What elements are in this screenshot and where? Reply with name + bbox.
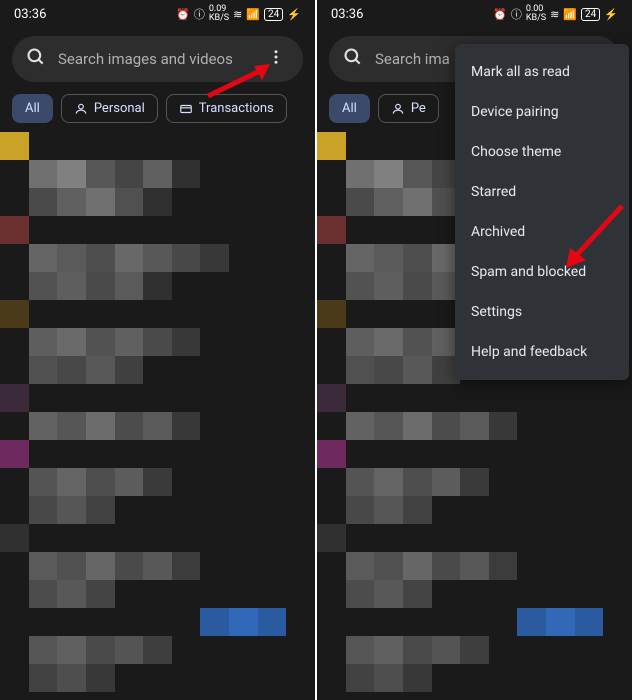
chip-label: Transactions bbox=[199, 101, 274, 116]
chip-personal[interactable]: Pe bbox=[378, 94, 439, 123]
menu-mark-all-read[interactable]: Mark all as read bbox=[455, 52, 629, 92]
signal-icon: 📶 bbox=[246, 8, 260, 21]
left-screenshot: 03:36 ⏰ ⓘ 0.09KB/S ≋ 📶 24 ⚡ Search image… bbox=[0, 0, 315, 700]
battery-indicator: 24 bbox=[264, 8, 283, 21]
status-bar: 03:36 ⏰ ⓘ 0.09KB/S ≋ 📶 24 ⚡ bbox=[0, 0, 315, 28]
annotation-arrow-to-more-icon bbox=[204, 60, 280, 100]
alarm-icon: ⏰ bbox=[176, 8, 190, 21]
chip-label: Pe bbox=[411, 101, 426, 116]
search-icon bbox=[26, 47, 46, 71]
chip-label: Personal bbox=[94, 101, 145, 116]
status-time: 03:36 bbox=[14, 7, 46, 22]
chip-all[interactable]: All bbox=[12, 94, 53, 123]
status-icons-right: ⏰ ⓘ 0.00KB/S ≋ 📶 24 ⚡ bbox=[493, 5, 618, 23]
bluetooth-icon: ⓘ bbox=[194, 6, 205, 22]
menu-help-feedback[interactable]: Help and feedback bbox=[455, 332, 629, 372]
card-icon bbox=[179, 102, 193, 116]
person-icon bbox=[74, 102, 88, 116]
chip-label: All bbox=[342, 101, 357, 116]
search-icon bbox=[343, 47, 363, 71]
chip-label: All bbox=[25, 101, 40, 116]
person-icon bbox=[391, 102, 405, 116]
kbps-indicator: 0.00KB/S bbox=[526, 5, 546, 23]
right-screenshot: 03:36 ⏰ ⓘ 0.00KB/S ≋ 📶 24 ⚡ Search ima A… bbox=[317, 0, 632, 700]
alarm-icon: ⏰ bbox=[493, 8, 507, 21]
bluetooth-icon: ⓘ bbox=[511, 6, 522, 22]
status-time: 03:36 bbox=[331, 7, 363, 22]
menu-settings[interactable]: Settings bbox=[455, 292, 629, 332]
charging-icon: ⚡ bbox=[287, 8, 301, 21]
charging-icon: ⚡ bbox=[604, 8, 618, 21]
status-bar: 03:36 ⏰ ⓘ 0.00KB/S ≋ 📶 24 ⚡ bbox=[317, 0, 632, 28]
wifi-icon: ≋ bbox=[233, 8, 242, 21]
kbps-indicator: 0.09KB/S bbox=[209, 5, 229, 23]
wifi-icon: ≋ bbox=[550, 8, 559, 21]
chip-all[interactable]: All bbox=[329, 94, 370, 123]
status-icons-right: ⏰ ⓘ 0.09KB/S ≋ 📶 24 ⚡ bbox=[176, 5, 301, 23]
blurred-message-list bbox=[0, 132, 315, 700]
menu-choose-theme[interactable]: Choose theme bbox=[455, 132, 629, 172]
signal-icon: 📶 bbox=[563, 8, 577, 21]
chip-personal[interactable]: Personal bbox=[61, 94, 158, 123]
battery-indicator: 24 bbox=[581, 8, 600, 21]
annotation-arrow-to-spam-blocked bbox=[556, 200, 628, 276]
menu-device-pairing[interactable]: Device pairing bbox=[455, 92, 629, 132]
